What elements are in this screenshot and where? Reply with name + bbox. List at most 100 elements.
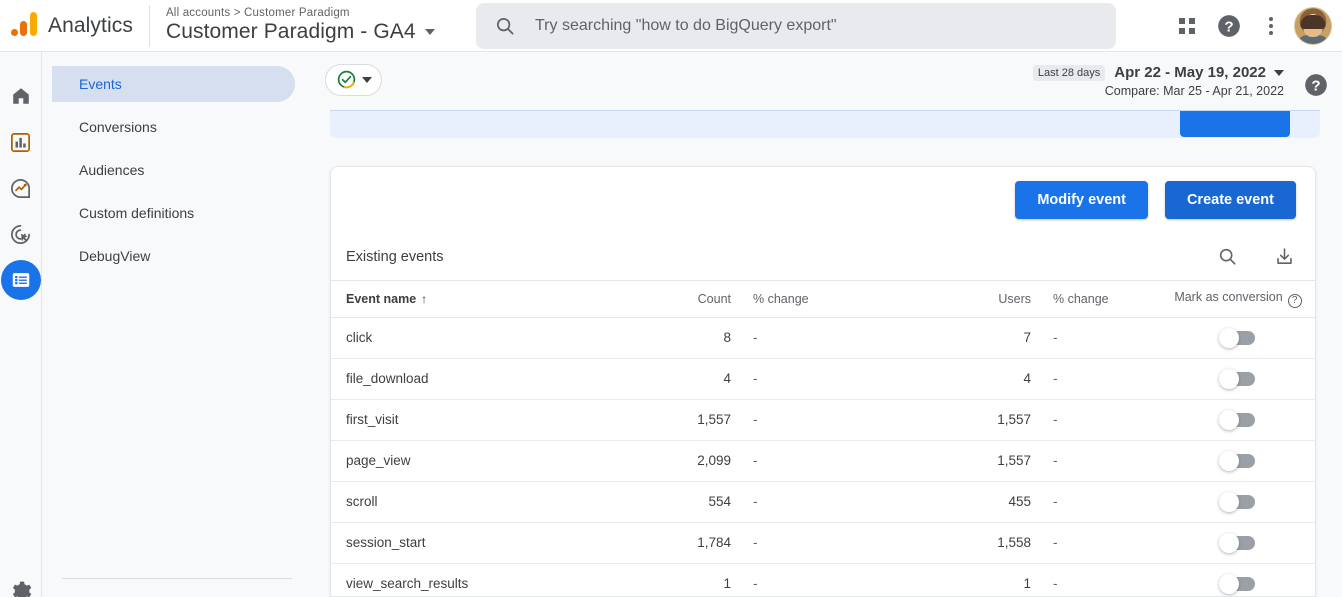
analytics-logo-icon	[8, 9, 42, 43]
sidebar-item-admin[interactable]	[0, 579, 41, 597]
column-header-users[interactable]: Users	[881, 281, 1031, 318]
reports-bar-chart-icon	[11, 132, 30, 152]
cell-users-change: -	[1031, 440, 1161, 482]
conversion-toggle[interactable]	[1219, 410, 1255, 431]
sidebar-item-advertising[interactable]	[1, 214, 41, 254]
column-header-count-change[interactable]: % change	[731, 281, 881, 318]
date-preset-badge: Last 28 days	[1032, 64, 1106, 81]
cell-count: 8	[621, 317, 731, 359]
section-title: Existing events	[346, 248, 444, 265]
help-button[interactable]: ?	[1208, 5, 1250, 47]
property-selector[interactable]: Customer Paradigm - GA4	[166, 20, 435, 44]
conversion-toggle[interactable]	[1219, 492, 1255, 513]
notice-action-button[interactable]	[1180, 111, 1290, 137]
table-row[interactable]: first_visit 1,557 - 1,557 -	[331, 399, 1315, 441]
top-bar-actions: ?	[1166, 0, 1334, 52]
cell-count: 1	[621, 563, 731, 596]
cell-count-change: -	[731, 358, 881, 400]
account-block: All accounts > Customer Paradigm Custome…	[166, 7, 435, 44]
help-circle-icon: ?	[1305, 74, 1327, 96]
table-row[interactable]: page_view 2,099 - 1,557 -	[331, 440, 1315, 482]
explore-insights-icon	[11, 178, 30, 198]
secondary-nav: Events Conversions Audiences Custom defi…	[41, 52, 305, 597]
breadcrumb: All accounts > Customer Paradigm	[165, 7, 350, 19]
cell-count-change: -	[731, 440, 881, 482]
home-icon	[12, 88, 29, 104]
download-button[interactable]	[1274, 246, 1295, 267]
sidebar-item-custom-definitions[interactable]: Custom definitions	[52, 195, 295, 231]
table-row[interactable]: click 8 - 7 -	[331, 317, 1315, 359]
cell-count-change: -	[731, 563, 881, 596]
sort-ascending-icon: ↑	[421, 291, 428, 306]
cell-event-name[interactable]: page_view	[331, 440, 621, 482]
cell-event-name[interactable]: scroll	[331, 481, 621, 523]
conversion-toggle[interactable]	[1219, 451, 1255, 472]
column-header-users-change[interactable]: % change	[1031, 281, 1161, 318]
header-divider	[148, 4, 150, 47]
card-action-bar: Modify event Create event	[331, 167, 1315, 233]
page-help-button[interactable]: ?	[1303, 72, 1329, 98]
sidebar-item-explore[interactable]	[1, 168, 41, 208]
column-label-mark-as-conversion: Mark as conversion	[1174, 290, 1283, 304]
create-event-button[interactable]: Create event	[1164, 181, 1296, 219]
audience-segment-chip[interactable]	[325, 63, 382, 96]
chevron-down-icon	[1274, 69, 1284, 76]
property-name: Customer Paradigm - GA4	[165, 20, 416, 43]
cell-event-name[interactable]: click	[331, 317, 621, 359]
conversion-toggle[interactable]	[1219, 369, 1255, 390]
cell-event-name[interactable]: view_search_results	[331, 563, 621, 596]
conversion-toggle[interactable]	[1219, 574, 1255, 595]
date-range-value: Apr 22 - May 19, 2022	[1114, 64, 1266, 81]
avatar	[1294, 7, 1332, 45]
more-options-button[interactable]	[1250, 5, 1292, 47]
sidebar-item-reports[interactable]	[1, 122, 41, 162]
existing-events-card: Modify event Create event Existing event…	[330, 166, 1316, 597]
date-range-selector[interactable]: Last 28 days Apr 22 - May 19, 2022 Compa…	[1032, 64, 1284, 98]
sidebar-item-audiences[interactable]: Audiences	[52, 152, 295, 188]
table-search-button[interactable]	[1217, 246, 1238, 267]
cell-count: 2,099	[621, 440, 731, 482]
column-header-event-name[interactable]: Event name ↑	[331, 281, 621, 318]
brand-name: Analytics	[48, 13, 133, 37]
svg-text:?: ?	[1224, 18, 1233, 35]
cell-users-change: -	[1031, 358, 1161, 400]
cell-event-name[interactable]: session_start	[331, 522, 621, 564]
table-row[interactable]: scroll 554 - 455 -	[331, 481, 1315, 523]
table-row[interactable]: file_download 4 - 4 -	[331, 358, 1315, 400]
cell-mark-as-conversion	[1161, 522, 1315, 564]
notice-banner	[330, 110, 1320, 138]
cell-users: 455	[881, 481, 1031, 523]
table-body: click 8 - 7 - file_download 4 - 4 - firs…	[331, 317, 1315, 596]
column-header-count[interactable]: Count	[621, 281, 731, 318]
sidebar-item-events[interactable]: Events	[52, 66, 295, 102]
account-avatar-button[interactable]	[1292, 5, 1334, 47]
cell-count-change: -	[731, 317, 881, 359]
cell-event-name[interactable]: first_visit	[331, 399, 621, 441]
conversion-toggle[interactable]	[1219, 533, 1255, 554]
nav-divider	[62, 578, 292, 579]
cell-users: 1	[881, 563, 1031, 596]
cell-users-change: -	[1031, 563, 1161, 596]
info-help-icon[interactable]: ?	[1287, 293, 1302, 308]
cell-users-change: -	[1031, 522, 1161, 564]
conversion-toggle[interactable]	[1219, 328, 1255, 349]
sidebar-item-home[interactable]	[1, 76, 41, 116]
cell-count: 4	[621, 358, 731, 400]
cell-count-change: -	[731, 522, 881, 564]
table-row[interactable]: session_start 1,784 - 1,558 -	[331, 522, 1315, 564]
modify-event-button[interactable]: Modify event	[1015, 181, 1148, 219]
cell-count: 554	[621, 481, 731, 523]
sidebar-item-conversions[interactable]: Conversions	[52, 109, 295, 145]
sidebar-item-configure[interactable]	[0, 260, 41, 300]
date-compare-label: Compare: Mar 25 - Apr 21, 2022	[1104, 84, 1284, 98]
cell-event-name[interactable]: file_download	[331, 358, 621, 400]
more-vert-icon	[1269, 17, 1273, 35]
cell-mark-as-conversion	[1161, 440, 1315, 482]
cell-count-change: -	[731, 481, 881, 523]
search-input[interactable]: Try searching "how to do BigQuery export…	[476, 3, 1116, 49]
apps-grid-button[interactable]	[1166, 5, 1208, 47]
cell-users-change: -	[1031, 399, 1161, 441]
top-app-bar: Analytics All accounts > Customer Paradi…	[0, 0, 1342, 52]
table-row[interactable]: view_search_results 1 - 1 -	[331, 563, 1315, 596]
sidebar-item-debugview[interactable]: DebugView	[52, 238, 295, 274]
